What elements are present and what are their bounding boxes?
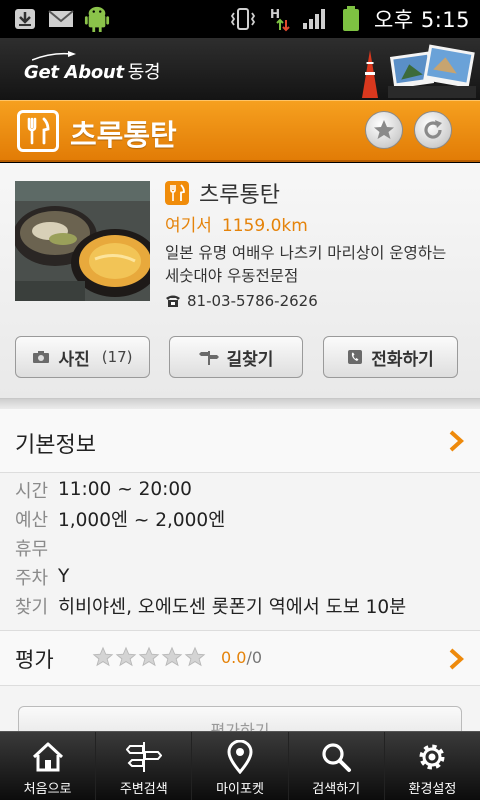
place-description: 일본 유명 여배우 나츠키 마리상이 운영하는 세숫대야 우동전문점 xyxy=(165,244,447,285)
distance: 여기서 1159.0km xyxy=(165,211,475,236)
distance-value: 1159.0km xyxy=(221,216,308,236)
photo-label: 사진 xyxy=(58,349,90,370)
logo-text: Get About xyxy=(24,62,124,83)
place-name: 츠루통탄 xyxy=(199,183,280,208)
place-detail: 츠루통탄 여기서 1159.0km 일본 유명 여배우 나츠키 마리상이 운영하는… xyxy=(0,163,480,399)
star-empty-icon xyxy=(184,646,206,667)
star-empty-icon xyxy=(138,646,160,667)
nav-search-label: 검색하기 xyxy=(312,782,361,797)
nav-settings-label: 환경설정 xyxy=(408,782,457,797)
restaurant-icon xyxy=(165,181,189,205)
section-divider xyxy=(0,399,480,409)
rating-total: /0 xyxy=(246,648,263,667)
map-pin-icon xyxy=(222,740,258,774)
gear-icon xyxy=(414,740,450,774)
info-value: Y xyxy=(58,566,70,587)
photo-button[interactable]: 사진 (17) xyxy=(15,336,150,378)
search-icon xyxy=(318,740,354,774)
rating-row[interactable]: 평가 0.0/0 xyxy=(0,630,480,686)
tokyo-landmarks-illustration xyxy=(362,44,476,98)
download-icon xyxy=(12,6,38,32)
info-value: 히비야센, 오에도센 롯폰기 역에서 도보 10분 xyxy=(58,596,407,618)
refresh-icon xyxy=(424,120,442,139)
star-empty-icon xyxy=(115,646,137,667)
phone-number: 81-03-5786-2626 xyxy=(187,292,318,310)
status-time: 오후 5:15 xyxy=(374,8,470,32)
info-label: 찾기 xyxy=(15,596,49,618)
signal-icon xyxy=(302,6,328,32)
app-header: Get About 동경 xyxy=(0,38,480,100)
info-row-hours: 시간 11:00 ~ 20:00 xyxy=(0,475,480,504)
chevron-right-icon xyxy=(449,430,464,452)
nav-home[interactable]: 처음으로 xyxy=(0,732,97,800)
route-label: 길찾기 xyxy=(226,349,274,370)
nav-search[interactable]: 검색하기 xyxy=(289,732,385,800)
photo-count: (17) xyxy=(101,348,133,366)
camera-icon xyxy=(33,351,50,363)
compass-icon xyxy=(125,740,162,774)
info-row-closed: 휴무 xyxy=(0,533,480,562)
hsdpa-data-icon: H xyxy=(266,6,292,32)
distance-label: 여기서 xyxy=(165,216,212,236)
status-bar: H 오후 5:15 xyxy=(0,0,480,38)
info-row-directions: 찾기 히비야센, 오에도센 롯폰기 역에서 도보 10분 xyxy=(0,591,480,620)
content-area[interactable]: 츠루통탄 여기서 1159.0km 일본 유명 여배우 나츠키 마리상이 운영하는… xyxy=(0,163,480,731)
info-label: 휴무 xyxy=(15,538,49,560)
info-label: 시간 xyxy=(15,480,49,502)
nav-settings[interactable]: 환경설정 xyxy=(385,732,480,800)
chevron-right-icon xyxy=(449,648,464,670)
phone-icon xyxy=(166,295,180,307)
info-value: 11:00 ~ 20:00 xyxy=(58,479,192,500)
call-button[interactable]: 전화하기 xyxy=(323,336,458,378)
review-button[interactable]: 평가하기 xyxy=(18,706,462,731)
page-title: 츠루통탄 xyxy=(70,118,177,152)
svg-text:H: H xyxy=(270,7,280,21)
rating-value: 0.0/0 xyxy=(221,648,262,667)
android-icon xyxy=(84,6,110,32)
title-bar: 츠루통탄 xyxy=(0,100,480,162)
rating-current: 0.0 xyxy=(221,648,247,667)
rating-label: 평가 xyxy=(15,648,54,672)
mail-icon xyxy=(48,6,74,32)
battery-icon xyxy=(338,6,364,32)
phone-handset-icon xyxy=(348,350,363,364)
basic-info-header[interactable]: 기본정보 xyxy=(0,409,480,473)
basic-info-rows: 시간 11:00 ~ 20:00 예산 1,000엔 ~ 2,000엔 휴무 주… xyxy=(0,475,480,620)
info-row-budget: 예산 1,000엔 ~ 2,000엔 xyxy=(0,504,480,533)
nav-nearby[interactable]: 주변검색 xyxy=(96,732,193,800)
star-empty-icon xyxy=(161,646,183,667)
signpost-icon xyxy=(198,351,219,365)
home-icon xyxy=(30,740,66,774)
fork-knife-icon xyxy=(17,110,59,152)
nav-nearby-label: 주변검색 xyxy=(119,782,168,797)
nav-mypocket[interactable]: 마이포켓 xyxy=(192,732,289,800)
place-phone[interactable]: 81-03-5786-2626 xyxy=(165,292,475,310)
logo-city: 동경 xyxy=(127,62,161,83)
refresh-button[interactable] xyxy=(414,111,452,149)
info-row-parking: 주차 Y xyxy=(0,562,480,591)
favorite-button[interactable] xyxy=(365,111,403,149)
place-photo[interactable] xyxy=(15,181,150,301)
nav-home-label: 처음으로 xyxy=(23,782,72,797)
info-value: 1,000엔 ~ 2,000엔 xyxy=(58,509,226,531)
rating-stars xyxy=(92,646,206,668)
place-info: 츠루통탄 여기서 1159.0km 일본 유명 여배우 나츠키 마리상이 운영하는… xyxy=(165,177,475,310)
call-label: 전화하기 xyxy=(371,349,434,370)
info-label: 주차 xyxy=(15,567,49,589)
star-icon xyxy=(374,120,394,139)
star-empty-icon xyxy=(92,646,114,667)
vibrate-icon xyxy=(230,6,256,32)
basic-info-title: 기본정보 xyxy=(15,433,96,458)
bottom-nav: 처음으로 주변검색 마이포켓 검색하기 환경설정 xyxy=(0,731,480,800)
route-button[interactable]: 길찾기 xyxy=(169,336,303,378)
info-label: 예산 xyxy=(15,509,49,531)
app-logo: Get About 동경 xyxy=(24,58,161,84)
nav-mypocket-label: 마이포켓 xyxy=(216,782,264,797)
